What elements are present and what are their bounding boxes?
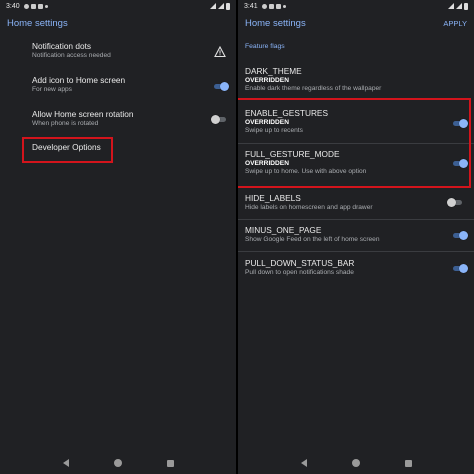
left-screen: 3:40 Home settings Notification dots Not… [0, 0, 236, 474]
item-title: Notification dots [32, 41, 92, 51]
battery-icon [226, 2, 230, 10]
dot-icon [44, 4, 48, 8]
app-bar: Home settings APPLY [238, 12, 474, 34]
wifi-icon [448, 3, 454, 9]
battery-icon [464, 2, 468, 10]
rotation-toggle[interactable] [211, 114, 227, 124]
warning-icon[interactable] [214, 46, 226, 58]
home-icon[interactable] [113, 459, 122, 467]
highlight-box [238, 98, 471, 188]
image-icon [37, 3, 43, 9]
item-subtitle: For new apps [32, 86, 72, 93]
signal-icon [218, 3, 224, 9]
flag-item-dark-theme[interactable]: DARK_THEME OVERRIDDEN Enable dark theme … [238, 66, 474, 100]
nav-bar [0, 452, 236, 474]
gallery-icon [30, 3, 36, 9]
status-time: 3:40 [6, 2, 20, 10]
recents-icon[interactable] [404, 459, 412, 467]
back-icon[interactable] [300, 459, 307, 467]
status-bar: 3:41 [238, 0, 474, 12]
highlight-box [22, 137, 113, 163]
page-title: Home settings [245, 17, 306, 29]
item-subtitle: When phone is rotated [32, 120, 99, 127]
right-screen: 3:41 Home settings APPLY Feature flags D… [238, 0, 474, 474]
flag-name: HIDE_LABELS [245, 193, 301, 203]
flag-override: OVERRIDDEN [245, 77, 289, 84]
notification-dots-item[interactable]: Notification dots Notification access ne… [0, 41, 236, 71]
recents-icon[interactable] [166, 459, 174, 467]
item-title: Allow Home screen rotation [32, 109, 134, 119]
flag-description: Hide labels on homescreen and app drawer [245, 204, 373, 211]
apply-button[interactable]: APPLY [443, 19, 467, 28]
whatsapp-icon [261, 3, 267, 9]
nav-bar [238, 452, 474, 474]
status-bar: 3:40 [0, 0, 236, 12]
add-icon-toggle[interactable] [213, 81, 229, 91]
section-header: Feature flags [245, 43, 285, 50]
divider [238, 219, 474, 220]
add-icon-home-item[interactable]: Add icon to Home screen For new apps [0, 75, 236, 105]
flag-name: DARK_THEME [245, 66, 302, 76]
flag-item-minus-one-page[interactable]: MINUS_ONE_PAGE Show Google Feed on the l… [238, 225, 474, 249]
status-time: 3:41 [244, 2, 258, 10]
item-subtitle: Notification access needed [32, 52, 111, 59]
back-icon[interactable] [62, 459, 69, 467]
whatsapp-icon [23, 3, 29, 9]
flag-item-hide-labels[interactable]: HIDE_LABELS Hide labels on homescreen an… [238, 193, 474, 217]
page-title: Home settings [7, 17, 68, 29]
flag-item-pull-down-status-bar[interactable]: PULL_DOWN_STATUS_BAR Pull down to open n… [238, 258, 474, 282]
dot-icon [282, 4, 286, 8]
image-icon [275, 3, 281, 9]
item-title: Add icon to Home screen [32, 75, 126, 85]
home-icon[interactable] [351, 459, 360, 467]
gallery-icon [268, 3, 274, 9]
hide-labels-toggle[interactable] [447, 197, 463, 207]
flag-name: MINUS_ONE_PAGE [245, 225, 322, 235]
signal-icon [456, 3, 462, 9]
app-bar: Home settings [0, 12, 236, 34]
pull-down-status-bar-toggle[interactable] [452, 263, 468, 273]
divider [238, 251, 474, 252]
flag-description: Enable dark theme regardless of the wall… [245, 85, 382, 92]
flag-description: Show Google Feed on the left of home scr… [245, 236, 380, 243]
minus-one-page-toggle[interactable] [452, 230, 468, 240]
home-rotation-item[interactable]: Allow Home screen rotation When phone is… [0, 109, 236, 139]
flag-description: Pull down to open notifications shade [245, 269, 354, 276]
wifi-icon [210, 3, 216, 9]
flag-name: PULL_DOWN_STATUS_BAR [245, 258, 355, 268]
